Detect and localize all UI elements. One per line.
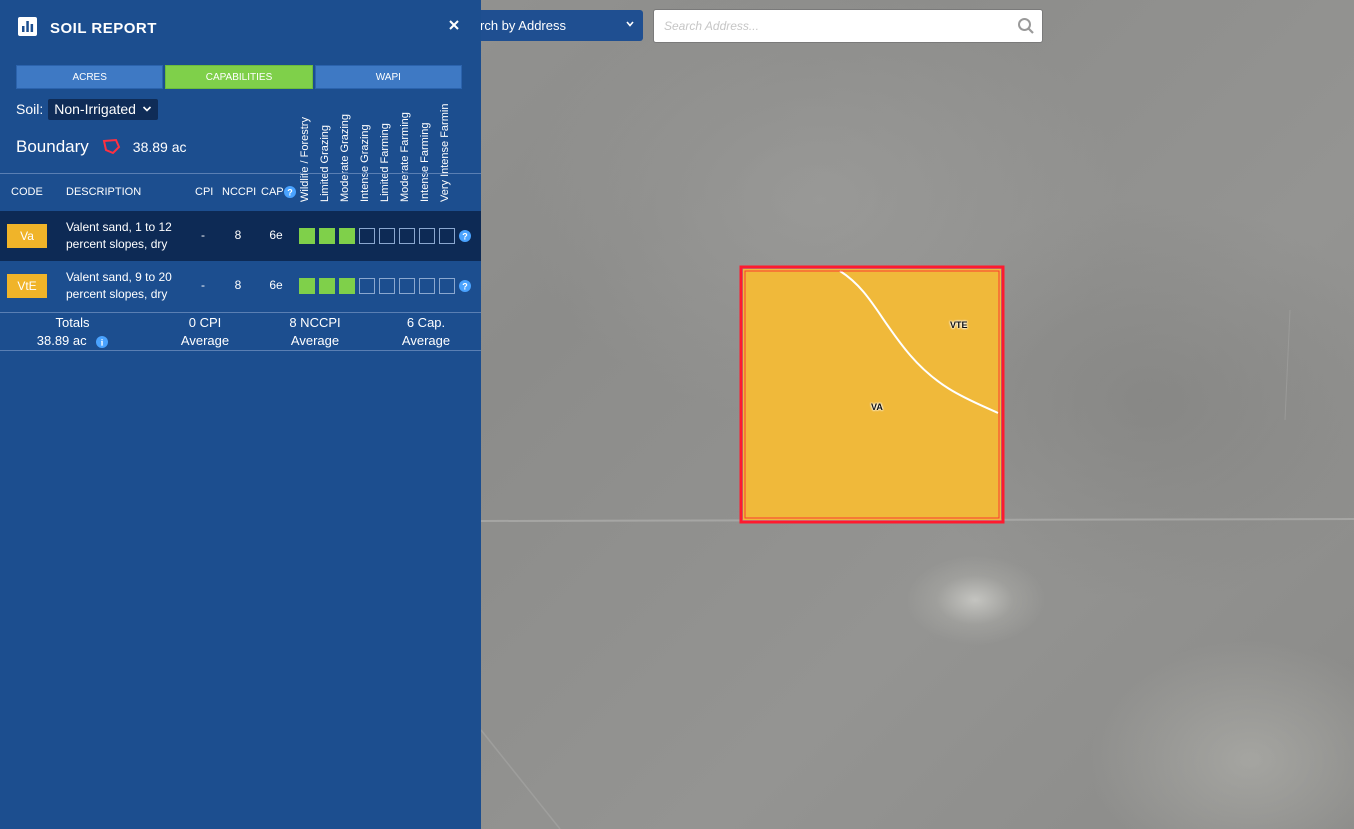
soil-selector-row: Soil: Non-Irrigated bbox=[16, 98, 158, 120]
cpi-value: - bbox=[201, 228, 205, 242]
trail-line bbox=[1284, 309, 1291, 421]
totals-acres: 38.89 ac bbox=[36, 333, 87, 348]
col-cpi: CPI bbox=[195, 186, 214, 198]
soil-description: Valent sand, 1 to 12 percent slopes, dry bbox=[66, 220, 172, 251]
tab-acres[interactable]: ACRES bbox=[16, 65, 164, 89]
totals-cpi: 0 CPI bbox=[188, 315, 222, 330]
svg-text:?: ? bbox=[287, 187, 293, 197]
totals-acres-row: 38.89 ac i bbox=[10, 332, 135, 350]
capability-box bbox=[319, 228, 335, 244]
nccpi-value: 8 bbox=[234, 278, 242, 292]
cap-value: 6e bbox=[269, 278, 283, 292]
soil-report-panel: SOIL REPORT ACRES CAPABILITIES WAPI Soil… bbox=[0, 0, 481, 829]
boundary-acres: 38.89 ac bbox=[132, 139, 187, 155]
totals-cap: 6 Cap. bbox=[406, 315, 446, 330]
capability-box bbox=[379, 278, 395, 294]
help-icon[interactable]: ? bbox=[284, 186, 296, 198]
divider bbox=[0, 173, 481, 174]
capability-box bbox=[439, 228, 455, 244]
svg-text:?: ? bbox=[462, 281, 468, 291]
close-icon[interactable] bbox=[446, 17, 462, 33]
capability-box bbox=[299, 278, 315, 294]
soil-description: Valent sand, 9 to 20 percent slopes, dry bbox=[66, 270, 172, 301]
tab-wapi[interactable]: WAPI bbox=[314, 65, 462, 89]
tab-capabilities[interactable]: CAPABILITIES bbox=[165, 65, 313, 89]
capability-box bbox=[379, 228, 395, 244]
map-label-vte: VTE bbox=[950, 320, 968, 330]
col-code: CODE bbox=[11, 186, 43, 198]
capability-box bbox=[339, 278, 355, 294]
soil-type-select[interactable]: Non-Irrigated bbox=[48, 98, 158, 120]
panel-header: SOIL REPORT bbox=[0, 0, 481, 54]
search-type-label: rch by Address bbox=[480, 18, 566, 33]
search-address-input[interactable] bbox=[653, 9, 1043, 43]
soil-type-value: Non-Irrigated bbox=[54, 101, 136, 117]
capability-boxes bbox=[299, 278, 455, 294]
capability-box bbox=[299, 228, 315, 244]
capability-box bbox=[419, 228, 435, 244]
totals-nccpi-sub: Average bbox=[290, 333, 340, 348]
capability-box bbox=[399, 278, 415, 294]
report-tabs: ACRES CAPABILITIES WAPI bbox=[16, 65, 462, 89]
soil-label: Soil: bbox=[16, 101, 44, 117]
chevron-down-icon bbox=[626, 21, 634, 27]
capability-box bbox=[359, 228, 375, 244]
col-cap: CAP bbox=[261, 186, 284, 198]
totals-row: Totals 38.89 ac i 0 CPI Average 8 NCCPI … bbox=[0, 313, 481, 353]
capability-box bbox=[319, 278, 335, 294]
bar-chart-icon bbox=[18, 17, 37, 36]
search-type-dropdown[interactable]: rch by Address bbox=[470, 10, 643, 41]
col-nccpi: NCCPI bbox=[222, 186, 257, 198]
cap-value: 6e bbox=[269, 228, 283, 242]
boundary-polygon-icon bbox=[102, 138, 120, 155]
totals-label: Totals bbox=[55, 315, 90, 330]
panel-title: SOIL REPORT bbox=[50, 20, 157, 37]
road-line bbox=[480, 729, 561, 829]
col-description: DESCRIPTION bbox=[66, 186, 142, 198]
capability-box bbox=[339, 228, 355, 244]
divider bbox=[0, 350, 481, 351]
soil-code-badge[interactable]: VtE bbox=[7, 274, 47, 298]
boundary-label: Boundary bbox=[16, 137, 89, 156]
capability-box bbox=[439, 278, 455, 294]
help-icon[interactable]: ? bbox=[459, 280, 471, 292]
soil-code-badge[interactable]: Va bbox=[7, 224, 47, 248]
chevron-down-icon bbox=[142, 106, 152, 112]
search-icon[interactable] bbox=[1017, 17, 1035, 35]
help-icon[interactable]: ? bbox=[459, 230, 471, 242]
totals-cap-sub: Average bbox=[401, 333, 451, 348]
capability-boxes bbox=[299, 228, 455, 244]
capability-box bbox=[359, 278, 375, 294]
boundary-row: Boundary 38.89 ac bbox=[16, 136, 187, 158]
nccpi-value: 8 bbox=[234, 228, 242, 242]
table-row[interactable]: VtE Valent sand, 9 to 20 percent slopes,… bbox=[0, 262, 481, 312]
info-icon[interactable]: i bbox=[96, 335, 109, 348]
soil-polygon[interactable] bbox=[743, 269, 1001, 520]
map-label-va: VA bbox=[871, 402, 883, 412]
table-row[interactable]: Va Valent sand, 1 to 12 percent slopes, … bbox=[0, 211, 481, 261]
capability-box bbox=[399, 228, 415, 244]
totals-nccpi: 8 NCCPI bbox=[289, 315, 341, 330]
cpi-value: - bbox=[201, 278, 205, 292]
capability-box bbox=[419, 278, 435, 294]
totals-cpi-sub: Average bbox=[180, 333, 230, 348]
svg-text:?: ? bbox=[462, 231, 468, 241]
table-header: CODE DESCRIPTION CPI NCCPI CAP ? bbox=[0, 182, 481, 204]
